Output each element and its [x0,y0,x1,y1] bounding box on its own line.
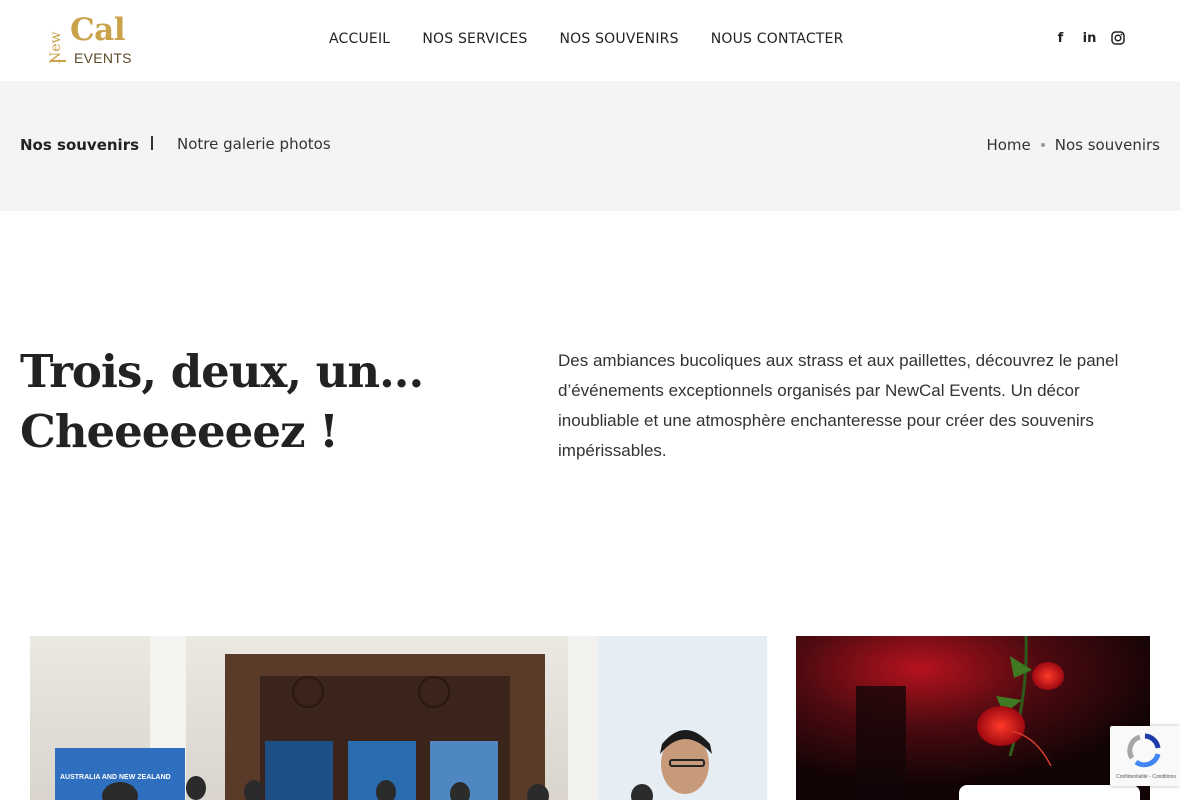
nav-item-nous-contacter[interactable]: NOUS CONTACTER [711,31,844,47]
intro-heading-line2: Cheeeeeeez ! [20,405,339,458]
intro-paragraph: Des ambiances bucoliques aux strass et a… [558,351,1119,460]
intro-heading-line1: Trois, deux, un... [20,345,424,398]
floating-panel [959,785,1140,800]
breadcrumb-current: Nos souvenirs [1054,136,1160,154]
logo-underline [50,60,66,62]
logo-word-cal: Cal [70,12,126,48]
conference-photo-illustration: AUSTRALIA AND NEW ZEALAND [30,636,767,800]
main-nav: ACCUEIL NOS SERVICES NOS SOUVENIRS NOUS … [329,31,844,47]
intro-heading: Trois, deux, un... Cheeeeeeez ! [20,342,500,462]
social-links: f in [1053,31,1126,47]
nav-item-nos-services[interactable]: NOS SERVICES [422,31,527,47]
page-title-bar: Nos souvenirs Notre galerie photos Home … [0,81,1180,211]
site-header: New Cal EVENTS ACCUEIL NOS SERVICES NOS … [0,0,1180,81]
conference-banner-text: AUSTRALIA AND NEW ZEALAND [60,774,171,781]
facebook-icon[interactable]: f [1053,31,1068,47]
gallery-photo-rose-decor[interactable] [796,636,1150,800]
linkedin-icon[interactable]: in [1082,31,1097,47]
nav-item-accueil[interactable]: ACCUEIL [329,31,390,47]
newcal-events-logo[interactable]: New Cal EVENTS [48,12,138,68]
instagram-icon[interactable] [1111,31,1126,47]
recaptcha-text: Confidentialité - Conditions [1116,774,1176,780]
breadcrumb-separator-dot [1040,143,1045,147]
logo-word-events: EVENTS [74,50,132,66]
nav-item-nos-souvenirs[interactable]: NOS SOUVENIRS [559,31,678,47]
breadcrumb: Home Nos souvenirs [986,136,1160,154]
rose-photo-illustration [796,636,1150,800]
recaptcha-icon [1127,733,1161,768]
recaptcha-badge[interactable]: Confidentialité - Conditions [1110,726,1180,786]
title-separator [151,136,153,150]
breadcrumb-home[interactable]: Home [986,136,1030,154]
page-subtitle: Notre galerie photos [177,135,331,153]
page-title: Nos souvenirs [20,136,140,154]
gallery-photo-conference[interactable]: AUSTRALIA AND NEW ZEALAND [30,636,767,800]
